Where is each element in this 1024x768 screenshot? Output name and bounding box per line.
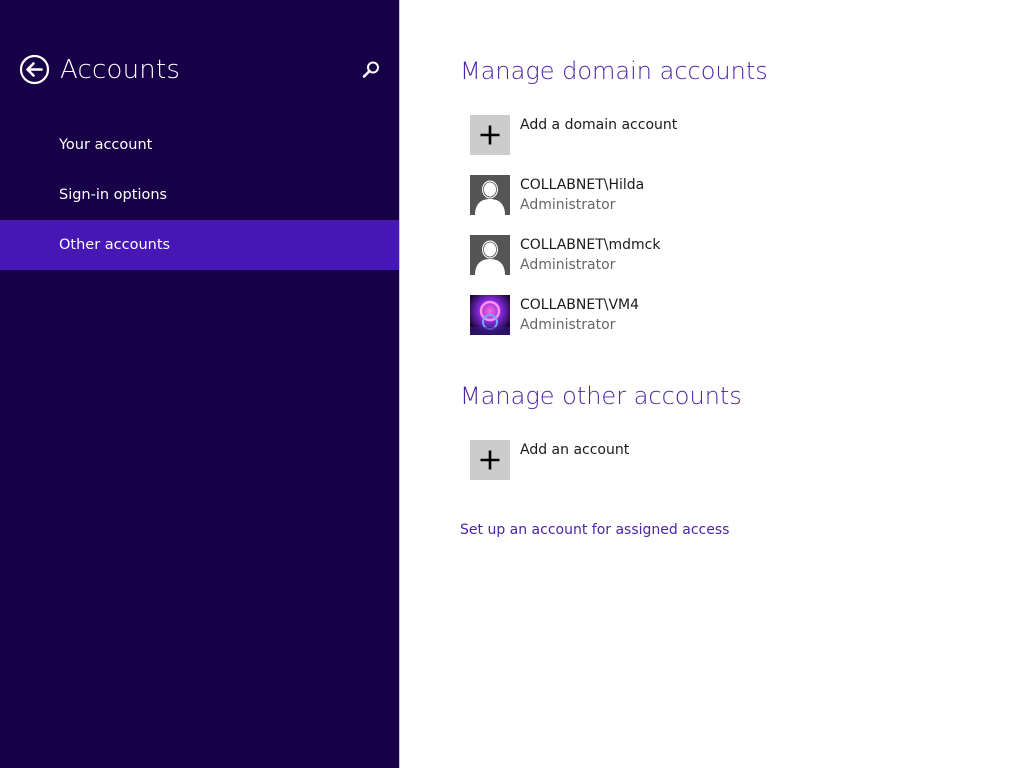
page-title: Accounts xyxy=(60,55,181,85)
content-pane: Manage domain accounts Add a domain acco… xyxy=(460,0,1000,768)
add-domain-account-text: Add a domain account xyxy=(520,115,677,135)
account-text: COLLABNET\Hilda Administrator xyxy=(520,175,644,215)
account-name: COLLABNET\VM4 xyxy=(520,297,640,313)
account-name: COLLABNET\mdmck xyxy=(520,237,661,253)
settings-window: Accounts Your account Sign-in options Ot… xyxy=(0,0,1024,768)
nav-item-your-account[interactable]: Your account xyxy=(0,120,399,170)
back-button[interactable] xyxy=(19,54,50,85)
account-text: COLLABNET\mdmck Administrator xyxy=(520,235,660,275)
account-role: Administrator xyxy=(520,197,616,213)
add-account-label: Add an account xyxy=(520,442,630,458)
account-name: COLLABNET\Hilda xyxy=(520,177,645,193)
add-account-button[interactable]: Add an account xyxy=(470,440,970,484)
plus-icon xyxy=(480,450,500,470)
add-tile xyxy=(470,440,510,480)
nav-list: Your account Sign-in options Other accou… xyxy=(0,120,399,270)
account-role: Administrator xyxy=(520,317,616,333)
avatar xyxy=(470,175,510,215)
account-row-mdmck[interactable]: COLLABNET\mdmck Administrator xyxy=(470,235,970,279)
user-picture xyxy=(470,295,510,335)
user-silhouette-icon xyxy=(470,175,510,215)
avatar xyxy=(470,235,510,275)
plus-icon xyxy=(480,125,500,145)
search-button[interactable] xyxy=(360,59,382,81)
add-account-text: Add an account xyxy=(520,440,629,460)
add-domain-account-button[interactable]: Add a domain account xyxy=(470,115,970,159)
avatar xyxy=(470,295,510,335)
domain-section-title: Manage domain accounts xyxy=(460,57,768,85)
back-arrow-icon xyxy=(19,54,50,85)
add-domain-account-label: Add a domain account xyxy=(520,117,678,133)
other-section-title: Manage other accounts xyxy=(460,382,742,410)
nav-item-other-accounts[interactable]: Other accounts xyxy=(0,220,399,270)
nav-pane: Accounts Your account Sign-in options Ot… xyxy=(0,0,400,768)
assigned-access-link[interactable]: Set up an account for assigned access xyxy=(460,520,729,540)
account-row-hilda[interactable]: COLLABNET\Hilda Administrator xyxy=(470,175,970,219)
search-icon xyxy=(362,61,379,78)
add-tile xyxy=(470,115,510,155)
account-role: Administrator xyxy=(520,257,616,273)
account-text: COLLABNET\VM4 Administrator xyxy=(520,295,639,335)
user-silhouette-icon xyxy=(470,235,510,275)
account-row-vm4[interactable]: COLLABNET\VM4 Administrator xyxy=(470,295,970,339)
nav-item-sign-in-options[interactable]: Sign-in options xyxy=(0,170,399,220)
